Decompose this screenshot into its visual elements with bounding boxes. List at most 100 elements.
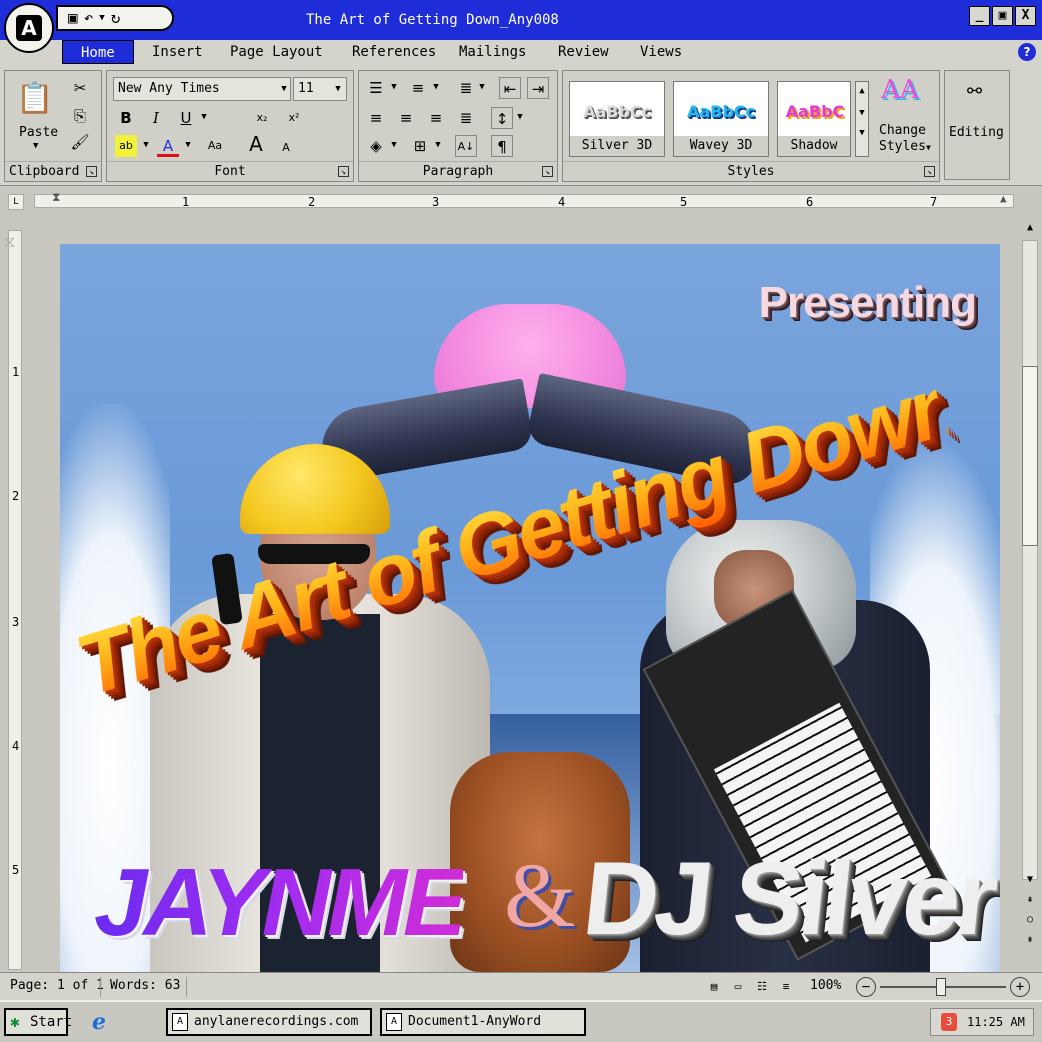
styles-more-icon[interactable]: ▼ xyxy=(856,128,868,138)
superscript-icon[interactable]: x² xyxy=(283,107,305,129)
font-size-dropdown-icon[interactable]: ▼ xyxy=(331,77,345,101)
tab-page-layout[interactable]: Page Layout xyxy=(224,40,329,64)
tab-home[interactable]: Home xyxy=(62,40,134,64)
shrink-font-icon[interactable]: A xyxy=(275,137,297,159)
cut-icon[interactable]: ✂ xyxy=(69,77,91,99)
taskbar-item-website[interactable]: A anylanerecordings.com xyxy=(166,1008,372,1036)
next-page-icon[interactable]: ⇟ xyxy=(1022,932,1038,948)
grow-font-icon[interactable]: A xyxy=(245,133,267,155)
draft-view-icon[interactable]: ≡ xyxy=(778,979,794,995)
show-marks-icon[interactable]: ¶ xyxy=(491,135,513,157)
style-wavey-3d[interactable]: AaBbCc Wavey 3D xyxy=(673,81,769,157)
tab-mailings[interactable]: Mailings xyxy=(453,40,532,64)
right-indent-marker[interactable]: ▲ xyxy=(1000,192,1012,205)
tab-insert[interactable]: Insert xyxy=(146,40,209,64)
copy-icon[interactable]: ⎘ xyxy=(69,105,91,127)
editing-group[interactable]: ⚯ Editing xyxy=(944,70,1010,180)
align-left-icon[interactable]: ≡ xyxy=(365,107,387,129)
multilevel-dropdown-icon[interactable]: ▼ xyxy=(475,75,489,99)
browser-icon[interactable]: e xyxy=(92,1010,116,1034)
line-spacing-icon[interactable]: ↕ xyxy=(491,107,513,129)
styles-down-icon[interactable]: ▼ xyxy=(856,108,868,118)
select-browse-object-icon[interactable]: ○ xyxy=(1022,912,1038,928)
dropdown-icon[interactable]: ▼ xyxy=(99,13,104,23)
bullets-dropdown-icon[interactable]: ▼ xyxy=(387,75,401,99)
scroll-track[interactable] xyxy=(1022,240,1038,880)
font-color-icon[interactable]: A xyxy=(157,135,179,157)
underline-icon[interactable]: U xyxy=(175,107,197,129)
undo-icon[interactable]: ↶ xyxy=(84,10,94,26)
web-layout-view-icon[interactable]: ☷ xyxy=(754,979,770,995)
word-count[interactable]: Words: 63 xyxy=(110,978,180,993)
start-button[interactable]: ✱ Start xyxy=(4,1008,72,1036)
font-color-dropdown-icon[interactable]: ▼ xyxy=(181,133,195,157)
paste-dropdown-icon[interactable]: ▼ xyxy=(33,141,38,151)
justify-icon[interactable]: ≣ xyxy=(455,107,477,129)
tab-views[interactable]: Views xyxy=(634,40,688,64)
close-button[interactable]: X xyxy=(1015,6,1036,26)
paste-icon[interactable]: 📋 xyxy=(15,79,55,119)
style-shadow[interactable]: AaBbC Shadow xyxy=(777,81,851,157)
zoom-slider-thumb[interactable] xyxy=(936,978,946,996)
horizontal-ruler[interactable]: L ⧗ ▲ 1 2 3 4 5 6 7 xyxy=(0,186,1042,216)
zoom-in-icon[interactable]: + xyxy=(1010,977,1030,997)
scroll-down-icon[interactable]: ▼ xyxy=(1022,872,1038,888)
style-silver-3d[interactable]: AaBbCc Silver 3D xyxy=(569,81,665,157)
previous-page-icon[interactable]: ⇞ xyxy=(1022,892,1038,908)
align-right-icon[interactable]: ≡ xyxy=(425,107,447,129)
highlight-dropdown-icon[interactable]: ▼ xyxy=(139,133,153,157)
taskbar-item-document[interactable]: A Document1-AnyWord xyxy=(380,1008,586,1036)
document-page[interactable]: Presenting The Art of Getting Down JAYNM… xyxy=(60,244,1000,972)
change-styles-icon[interactable]: AA xyxy=(881,75,919,105)
tray-app-icon[interactable]: 3 xyxy=(941,1013,957,1031)
styles-up-icon[interactable]: ▲ xyxy=(856,86,868,96)
align-center-icon[interactable]: ≡ xyxy=(395,107,417,129)
font-launcher-icon[interactable]: ↘ xyxy=(338,166,349,177)
zoom-level[interactable]: 100% xyxy=(810,978,841,993)
decrease-indent-icon[interactable]: ⇤ xyxy=(499,77,521,99)
maximize-button[interactable]: ▣ xyxy=(992,6,1013,26)
save-icon[interactable]: ▣ xyxy=(68,10,78,26)
numbering-icon[interactable]: ≡ xyxy=(407,77,429,99)
scroll-thumb[interactable] xyxy=(1022,366,1038,546)
zoom-out-icon[interactable]: − xyxy=(856,977,876,997)
change-styles-button[interactable]: Change Styles▼ xyxy=(879,123,931,156)
print-layout-view-icon[interactable]: ▤ xyxy=(706,979,722,995)
change-case-icon[interactable]: Aa xyxy=(199,135,231,157)
borders-dropdown-icon[interactable]: ▼ xyxy=(431,133,445,157)
vertical-margin-marker[interactable]: ⧖ xyxy=(4,232,30,252)
vertical-ruler[interactable]: 1 2 3 4 5 xyxy=(8,230,22,970)
tab-stop-selector[interactable]: L xyxy=(8,194,24,210)
font-name-select[interactable]: New Any Times xyxy=(113,77,291,101)
styles-launcher-icon[interactable]: ↘ xyxy=(924,166,935,177)
full-screen-view-icon[interactable]: ▭ xyxy=(730,979,746,995)
sort-icon[interactable]: A↓ xyxy=(455,135,477,157)
page-count[interactable]: Page: 1 of 1 xyxy=(10,978,104,993)
multilevel-list-icon[interactable]: ≣ xyxy=(455,77,477,99)
paste-button-label[interactable]: Paste xyxy=(19,125,58,140)
tab-review[interactable]: Review xyxy=(552,40,615,64)
help-icon[interactable]: ? xyxy=(1018,43,1036,61)
highlight-icon[interactable]: ab xyxy=(115,135,137,157)
format-painter-icon[interactable]: 🖌 xyxy=(69,131,91,153)
borders-icon[interactable]: ⊞ xyxy=(409,135,431,157)
paragraph-launcher-icon[interactable]: ↘ xyxy=(542,166,553,177)
line-spacing-dropdown-icon[interactable]: ▼ xyxy=(513,105,527,129)
clock[interactable]: 11:25 AM xyxy=(967,1015,1025,1029)
scroll-up-icon[interactable]: ▲ xyxy=(1022,220,1038,236)
vertical-scrollbar[interactable]: ▲ ▼ ⇞ ○ ⇟ xyxy=(1020,216,1040,972)
clipboard-launcher-icon[interactable]: ↘ xyxy=(86,166,97,177)
indent-marker[interactable]: ⧗ xyxy=(52,190,68,212)
app-logo[interactable]: A xyxy=(4,3,54,53)
tab-references[interactable]: References xyxy=(346,40,442,64)
styles-scroll[interactable]: ▲ ▼ ▼ xyxy=(855,81,869,157)
underline-dropdown-icon[interactable]: ▼ xyxy=(197,105,211,129)
redo-icon[interactable]: ↻ xyxy=(111,10,121,26)
numbering-dropdown-icon[interactable]: ▼ xyxy=(429,75,443,99)
bullets-icon[interactable]: ☰ xyxy=(365,77,387,99)
subscript-icon[interactable]: x₂ xyxy=(251,107,273,129)
shading-icon[interactable]: ◈ xyxy=(365,135,387,157)
increase-indent-icon[interactable]: ⇥ xyxy=(527,77,549,99)
bold-icon[interactable]: B xyxy=(115,107,137,129)
italic-icon[interactable]: I xyxy=(145,107,167,129)
